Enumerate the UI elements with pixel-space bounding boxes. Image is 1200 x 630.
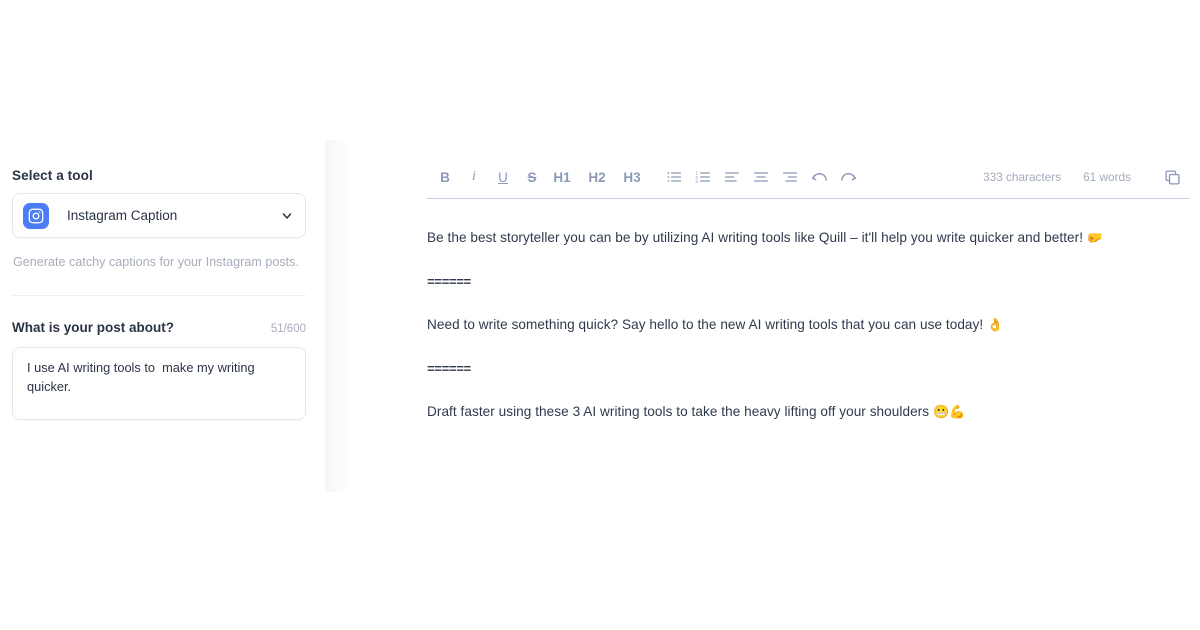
paragraph-emoji: 👌 [987, 318, 1004, 333]
redo-icon[interactable] [837, 165, 859, 189]
align-left-icon[interactable] [721, 165, 743, 189]
sidebar-divider [12, 295, 306, 296]
tool-select-value: Instagram Caption [67, 208, 178, 223]
tool-sidebar: Select a tool Instagram Caption Generate… [0, 168, 318, 420]
prompt-input-value: I use AI writing tools to make my writin… [27, 360, 259, 394]
prompt-field-label: What is your post about? [12, 320, 174, 335]
tool-description: Generate catchy captions for your Instag… [13, 255, 299, 269]
separator-text: ====== [427, 361, 471, 377]
separator-text: ====== [427, 274, 471, 290]
undo-icon[interactable] [808, 165, 830, 189]
output-paragraph: Need to write something quick? Say hello… [427, 315, 1190, 336]
paragraph-emoji: 😬💪 [932, 405, 966, 420]
tool-select-dropdown[interactable]: Instagram Caption [12, 193, 306, 238]
app-root: Select a tool Instagram Caption Generate… [0, 0, 1200, 630]
heading-1-button[interactable]: H1 [550, 165, 574, 189]
character-count: 333 characters [983, 170, 1062, 184]
heading-3-button[interactable]: H3 [620, 165, 644, 189]
output-paragraph: Draft faster using these 3 AI writing to… [427, 402, 1190, 423]
paragraph-text: Need to write something quick? Say hello… [427, 317, 988, 332]
align-right-icon[interactable] [779, 165, 801, 189]
bullet-list-icon[interactable] [663, 165, 685, 189]
output-separator: ====== [427, 272, 1190, 293]
word-count: 61 words [1083, 170, 1131, 184]
heading-2-button[interactable]: H2 [585, 165, 609, 189]
select-a-tool-heading: Select a tool [12, 168, 93, 183]
output-editor: B i U S H1 H2 H3 1 2 3 333 characters 61… [427, 160, 1190, 423]
svg-text:3: 3 [695, 179, 698, 185]
numbered-list-icon[interactable]: 1 2 3 [692, 165, 714, 189]
paragraph-text: Be the best storyteller you can be by ut… [427, 230, 1087, 245]
output-separator: ====== [427, 359, 1190, 380]
generated-output[interactable]: Be the best storyteller you can be by ut… [427, 199, 1190, 423]
underline-button[interactable]: U [492, 165, 514, 189]
copy-icon[interactable] [1161, 166, 1183, 188]
prompt-field-header: What is your post about? 51/600 [12, 320, 306, 335]
editor-toolbar: B i U S H1 H2 H3 1 2 3 333 characters 61… [427, 160, 1190, 194]
align-center-icon[interactable] [750, 165, 772, 189]
panel-separator-strip [325, 140, 347, 492]
strikethrough-button[interactable]: S [521, 165, 543, 189]
output-paragraph: Be the best storyteller you can be by ut… [427, 228, 1190, 249]
chevron-down-icon [281, 210, 293, 222]
paragraph-emoji: 🤛 [1086, 231, 1104, 246]
bold-button[interactable]: B [434, 165, 456, 189]
prompt-character-counter: 51/600 [270, 323, 306, 335]
prompt-input[interactable]: I use AI writing tools to make my writin… [12, 347, 306, 420]
paragraph-text: Draft faster using these 3 AI writing to… [427, 404, 933, 419]
italic-button[interactable]: i [463, 165, 485, 189]
instagram-icon [23, 202, 49, 229]
